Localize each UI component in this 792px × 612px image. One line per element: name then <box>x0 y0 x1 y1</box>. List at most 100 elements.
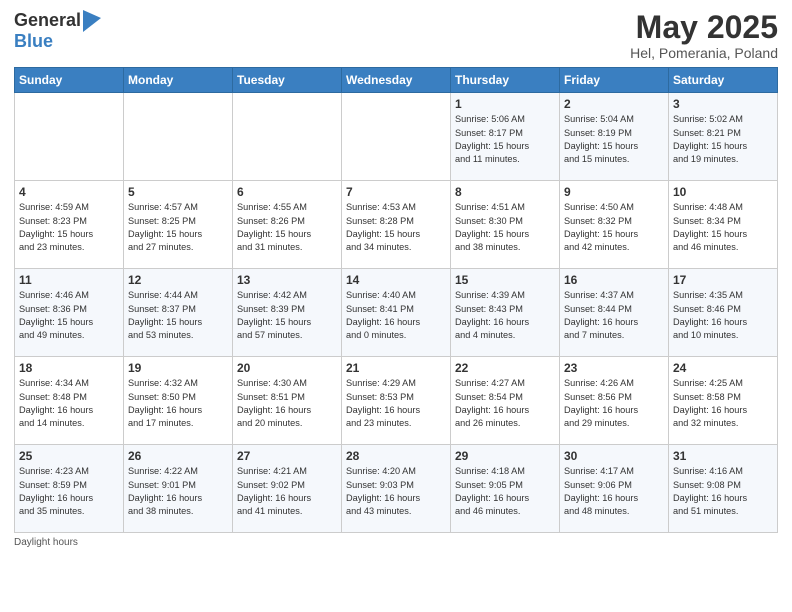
day-cell: 31 Sunrise: 4:16 AMSunset: 9:08 PMDayligh… <box>669 445 778 533</box>
day-number: 10 <box>673 185 773 199</box>
header-row: SundayMondayTuesdayWednesdayThursdayFrid… <box>15 68 778 93</box>
day-cell: 23Sunrise: 4:26 AMSunset: 8:56 PMDayligh… <box>560 357 669 445</box>
day-cell: 6 Sunrise: 4:55 AMSunset: 8:26 PMDaylight… <box>233 181 342 269</box>
day-number: 17 <box>673 273 773 287</box>
day-cell: 1 Sunrise: 5:06 AMSunset: 8:17 PMDaylight… <box>451 93 560 181</box>
day-cell: 21 Sunrise: 4:29 AMSunset: 8:53 PMDayligh… <box>342 357 451 445</box>
day-info: Sunrise: 4:42 AMSunset: 8:39 PMDaylight:… <box>237 289 337 342</box>
day-info: Sunrise: 4:26 AMSunset: 8:56 PMDaylight:… <box>564 377 664 430</box>
day-info: Sunrise: 4:37 AMSunset: 8:44 PMDaylight:… <box>564 289 664 342</box>
day-info: Sunrise: 4:50 AMSunset: 8:32 PMDaylight:… <box>564 201 664 254</box>
day-number: 29 <box>455 449 555 463</box>
footer: Daylight hours <box>14 537 778 548</box>
day-info: Sunrise: 5:04 AMSunset: 8:19 PMDaylight:… <box>564 113 664 166</box>
day-info: Sunrise: 4:27 AMSunset: 8:54 PMDaylight:… <box>455 377 555 430</box>
day-cell: 22 Sunrise: 4:27 AMSunset: 8:54 PMDayligh… <box>451 357 560 445</box>
day-cell: 7Sunrise: 4:53 AMSunset: 8:28 PMDaylight… <box>342 181 451 269</box>
day-info: Sunrise: 4:18 AMSunset: 9:05 PMDaylight:… <box>455 465 555 518</box>
week-row-4: 18 Sunrise: 4:34 AMSunset: 8:48 PMDayligh… <box>15 357 778 445</box>
col-header-saturday: Saturday <box>669 68 778 93</box>
day-info: Sunrise: 4:48 AMSunset: 8:34 PMDaylight:… <box>673 201 773 254</box>
day-info: Sunrise: 4:34 AMSunset: 8:48 PMDaylight:… <box>19 377 119 430</box>
day-number: 14 <box>346 273 446 287</box>
day-number: 3 <box>673 97 773 111</box>
day-cell: 3 Sunrise: 5:02 AMSunset: 8:21 PMDaylight… <box>669 93 778 181</box>
day-cell: 27Sunrise: 4:21 AMSunset: 9:02 PMDayligh… <box>233 445 342 533</box>
day-cell: 19Sunrise: 4:32 AMSunset: 8:50 PMDayligh… <box>124 357 233 445</box>
col-header-tuesday: Tuesday <box>233 68 342 93</box>
day-number: 4 <box>19 185 119 199</box>
day-info: Sunrise: 4:39 AMSunset: 8:43 PMDaylight:… <box>455 289 555 342</box>
day-info: Sunrise: 4:30 AMSunset: 8:51 PMDaylight:… <box>237 377 337 430</box>
day-info: Sunrise: 5:02 AMSunset: 8:21 PMDaylight:… <box>673 113 773 166</box>
day-cell: 25Sunrise: 4:23 AMSunset: 8:59 PMDayligh… <box>15 445 124 533</box>
logo-text-blue: Blue <box>14 31 53 51</box>
day-number: 9 <box>564 185 664 199</box>
week-row-2: 4 Sunrise: 4:59 AMSunset: 8:23 PMDaylight… <box>15 181 778 269</box>
day-cell: 20 Sunrise: 4:30 AMSunset: 8:51 PMDayligh… <box>233 357 342 445</box>
day-cell: 17Sunrise: 4:35 AMSunset: 8:46 PMDayligh… <box>669 269 778 357</box>
day-info: Sunrise: 4:51 AMSunset: 8:30 PMDaylight:… <box>455 201 555 254</box>
day-cell: 28 Sunrise: 4:20 AMSunset: 9:03 PMDayligh… <box>342 445 451 533</box>
day-info: Sunrise: 4:46 AMSunset: 8:36 PMDaylight:… <box>19 289 119 342</box>
day-info: Sunrise: 4:16 AMSunset: 9:08 PMDaylight:… <box>673 465 773 518</box>
day-info: Sunrise: 4:57 AMSunset: 8:25 PMDaylight:… <box>128 201 228 254</box>
logo-text-general: General <box>14 11 81 31</box>
day-number: 13 <box>237 273 337 287</box>
day-number: 30 <box>564 449 664 463</box>
week-row-5: 25Sunrise: 4:23 AMSunset: 8:59 PMDayligh… <box>15 445 778 533</box>
day-number: 21 <box>346 361 446 375</box>
day-number: 5 <box>128 185 228 199</box>
day-cell: 11 Sunrise: 4:46 AMSunset: 8:36 PMDayligh… <box>15 269 124 357</box>
day-cell: 12Sunrise: 4:44 AMSunset: 8:37 PMDayligh… <box>124 269 233 357</box>
day-number: 15 <box>455 273 555 287</box>
day-cell: 10 Sunrise: 4:48 AMSunset: 8:34 PMDayligh… <box>669 181 778 269</box>
day-info: Sunrise: 5:06 AMSunset: 8:17 PMDaylight:… <box>455 113 555 166</box>
day-cell: 30 Sunrise: 4:17 AMSunset: 9:06 PMDayligh… <box>560 445 669 533</box>
day-cell: 14 Sunrise: 4:40 AMSunset: 8:41 PMDayligh… <box>342 269 451 357</box>
day-number: 24 <box>673 361 773 375</box>
day-info: Sunrise: 4:25 AMSunset: 8:58 PMDaylight:… <box>673 377 773 430</box>
day-cell: 29 Sunrise: 4:18 AMSunset: 9:05 PMDayligh… <box>451 445 560 533</box>
day-number: 20 <box>237 361 337 375</box>
day-cell: 2Sunrise: 5:04 AMSunset: 8:19 PMDaylight… <box>560 93 669 181</box>
day-cell: 13 Sunrise: 4:42 AMSunset: 8:39 PMDayligh… <box>233 269 342 357</box>
col-header-sunday: Sunday <box>15 68 124 93</box>
day-cell <box>124 93 233 181</box>
day-number: 7 <box>346 185 446 199</box>
day-number: 16 <box>564 273 664 287</box>
location: Hel, Pomerania, Poland <box>630 45 778 61</box>
day-number: 18 <box>19 361 119 375</box>
day-info: Sunrise: 4:40 AMSunset: 8:41 PMDaylight:… <box>346 289 446 342</box>
day-number: 19 <box>128 361 228 375</box>
week-row-3: 11 Sunrise: 4:46 AMSunset: 8:36 PMDayligh… <box>15 269 778 357</box>
day-number: 11 <box>19 273 119 287</box>
title-block: May 2025 Hel, Pomerania, Poland <box>630 10 778 61</box>
day-info: Sunrise: 4:59 AMSunset: 8:23 PMDaylight:… <box>19 201 119 254</box>
daylight-label: Daylight hours <box>14 537 78 548</box>
day-number: 6 <box>237 185 337 199</box>
day-number: 31 <box>673 449 773 463</box>
day-info: Sunrise: 4:29 AMSunset: 8:53 PMDaylight:… <box>346 377 446 430</box>
day-number: 22 <box>455 361 555 375</box>
page-header: General Blue May 2025 Hel, Pomerania, Po… <box>14 10 778 61</box>
col-header-wednesday: Wednesday <box>342 68 451 93</box>
day-cell: 16 Sunrise: 4:37 AMSunset: 8:44 PMDayligh… <box>560 269 669 357</box>
day-cell <box>15 93 124 181</box>
day-number: 1 <box>455 97 555 111</box>
day-cell: 24 Sunrise: 4:25 AMSunset: 8:58 PMDayligh… <box>669 357 778 445</box>
day-cell: 26Sunrise: 4:22 AMSunset: 9:01 PMDayligh… <box>124 445 233 533</box>
day-info: Sunrise: 4:44 AMSunset: 8:37 PMDaylight:… <box>128 289 228 342</box>
day-info: Sunrise: 4:20 AMSunset: 9:03 PMDaylight:… <box>346 465 446 518</box>
col-header-thursday: Thursday <box>451 68 560 93</box>
month-title: May 2025 <box>630 10 778 45</box>
day-number: 28 <box>346 449 446 463</box>
day-number: 27 <box>237 449 337 463</box>
day-info: Sunrise: 4:22 AMSunset: 9:01 PMDaylight:… <box>128 465 228 518</box>
day-info: Sunrise: 4:23 AMSunset: 8:59 PMDaylight:… <box>19 465 119 518</box>
calendar-table: SundayMondayTuesdayWednesdayThursdayFrid… <box>14 67 778 533</box>
day-info: Sunrise: 4:17 AMSunset: 9:06 PMDaylight:… <box>564 465 664 518</box>
day-info: Sunrise: 4:55 AMSunset: 8:26 PMDaylight:… <box>237 201 337 254</box>
logo: General Blue <box>14 10 101 52</box>
day-cell: 9 Sunrise: 4:50 AMSunset: 8:32 PMDaylight… <box>560 181 669 269</box>
